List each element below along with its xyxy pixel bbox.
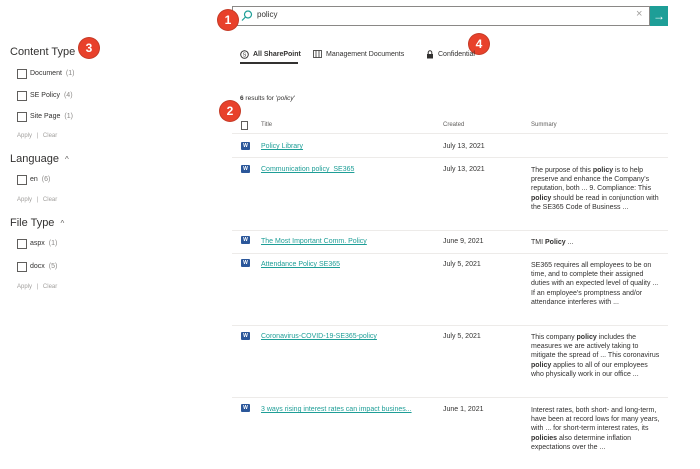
search-icon [241, 10, 253, 21]
result-created: June 9, 2021 [443, 238, 484, 245]
refiner-file-type-actions: Apply | Clear [17, 284, 57, 290]
tab-label: Management Documents [326, 50, 405, 58]
divider [232, 133, 668, 134]
divider [232, 230, 668, 231]
word-doc-icon: W [241, 142, 250, 150]
tab-management-documents[interactable]: Management Documents [313, 50, 404, 58]
chevron-up-icon[interactable]: ^ [61, 219, 65, 228]
result-title-link[interactable]: 3 ways rising interest rates can impact … [261, 406, 412, 413]
column-header-created[interactable]: Created [443, 122, 464, 128]
search-box[interactable] [232, 6, 650, 26]
result-title-link[interactable]: Communication policy_SE365 [261, 166, 354, 173]
checkbox-document[interactable] [17, 69, 27, 79]
checkbox-en[interactable] [17, 175, 27, 185]
separator: | [36, 133, 39, 139]
separator: | [36, 197, 39, 203]
word-doc-icon: W [241, 332, 250, 340]
tab-label: All SharePoint [253, 51, 301, 58]
refiner-content-type-title: Content Type [10, 46, 76, 58]
result-summary: This company policy includes the measure… [531, 334, 660, 378]
clear-link[interactable]: Clear [43, 133, 57, 139]
refiner-item-en: en (6) [30, 176, 51, 183]
column-header-title[interactable]: Title [261, 122, 272, 128]
result-title-link[interactable]: Attendance Policy SE365 [261, 261, 340, 268]
result-created: July 13, 2021 [443, 143, 485, 150]
result-title-link[interactable]: The Most Important Comm. Policy [261, 238, 367, 245]
refiner-item-site-page: Site Page (1) [30, 113, 73, 120]
refiner-item-se-policy: SE Policy (4) [30, 92, 73, 99]
chevron-up-icon[interactable]: ^ [65, 155, 69, 164]
clear-link[interactable]: Clear [43, 197, 57, 203]
result-created: July 5, 2021 [443, 261, 481, 268]
callout-badge-3: 3 [79, 38, 99, 58]
lock-icon [427, 50, 433, 59]
word-doc-icon: W [241, 236, 250, 244]
tab-label: Confidential [438, 51, 475, 58]
refiner-language-actions: Apply | Clear [17, 197, 57, 203]
callout-badge-1: 1 [218, 10, 238, 30]
refiner-item-document: Document (1) [30, 70, 75, 77]
divider [232, 397, 668, 398]
results-count: 6 results for 'policy' [240, 95, 295, 102]
word-doc-icon: W [241, 259, 250, 267]
checkbox-se-policy[interactable] [17, 91, 27, 101]
result-created: June 1, 2021 [443, 406, 484, 413]
search-submit-button[interactable]: → [650, 6, 668, 26]
word-doc-icon: W [241, 165, 250, 173]
result-created: July 13, 2021 [443, 166, 485, 173]
apply-link[interactable]: Apply [17, 197, 32, 203]
clear-search-icon[interactable]: × [636, 8, 642, 20]
svg-text:S: S [243, 53, 247, 59]
word-doc-icon: W [241, 404, 250, 412]
divider [232, 325, 668, 326]
result-summary: The purpose of this policy is to help pr… [531, 167, 659, 211]
active-tab-indicator [240, 62, 298, 64]
refiner-item-aspx: aspx (1) [30, 240, 58, 247]
file-type-header-icon [241, 121, 248, 130]
separator: | [36, 284, 39, 290]
library-icon [313, 50, 322, 58]
tab-all-sharepoint[interactable]: S All SharePoint [240, 50, 301, 59]
refiner-item-docx: docx (5) [30, 263, 58, 270]
checkbox-aspx[interactable] [17, 239, 27, 249]
search-input[interactable]: policy [257, 10, 277, 19]
sharepoint-icon: S [240, 50, 249, 59]
refiner-file-type-title[interactable]: File Type ^ [10, 217, 64, 229]
result-summary: TMI Policy ... [531, 239, 574, 246]
result-created: July 5, 2021 [443, 333, 481, 340]
divider [232, 253, 668, 254]
column-header-summary[interactable]: Summary [531, 122, 557, 128]
refiner-content-type-actions: Apply | Clear [17, 133, 57, 139]
apply-link[interactable]: Apply [17, 284, 32, 290]
clear-link[interactable]: Clear [43, 284, 57, 290]
checkbox-site-page[interactable] [17, 112, 27, 122]
result-title-link[interactable]: Policy Library [261, 143, 303, 150]
result-title-link[interactable]: Coronavirus-COVID-19-SE365-policy [261, 333, 377, 340]
result-summary: SE365 requires all employees to be on ti… [531, 262, 659, 306]
result-summary: Interest rates, both short- and long-ter… [531, 407, 660, 451]
callout-badge-2: 2 [220, 101, 240, 121]
checkbox-docx[interactable] [17, 262, 27, 272]
refiner-language-title[interactable]: Language ^ [10, 153, 69, 165]
apply-link[interactable]: Apply [17, 133, 32, 139]
divider [232, 157, 668, 158]
tab-confidential[interactable]: Confidential [426, 50, 475, 59]
